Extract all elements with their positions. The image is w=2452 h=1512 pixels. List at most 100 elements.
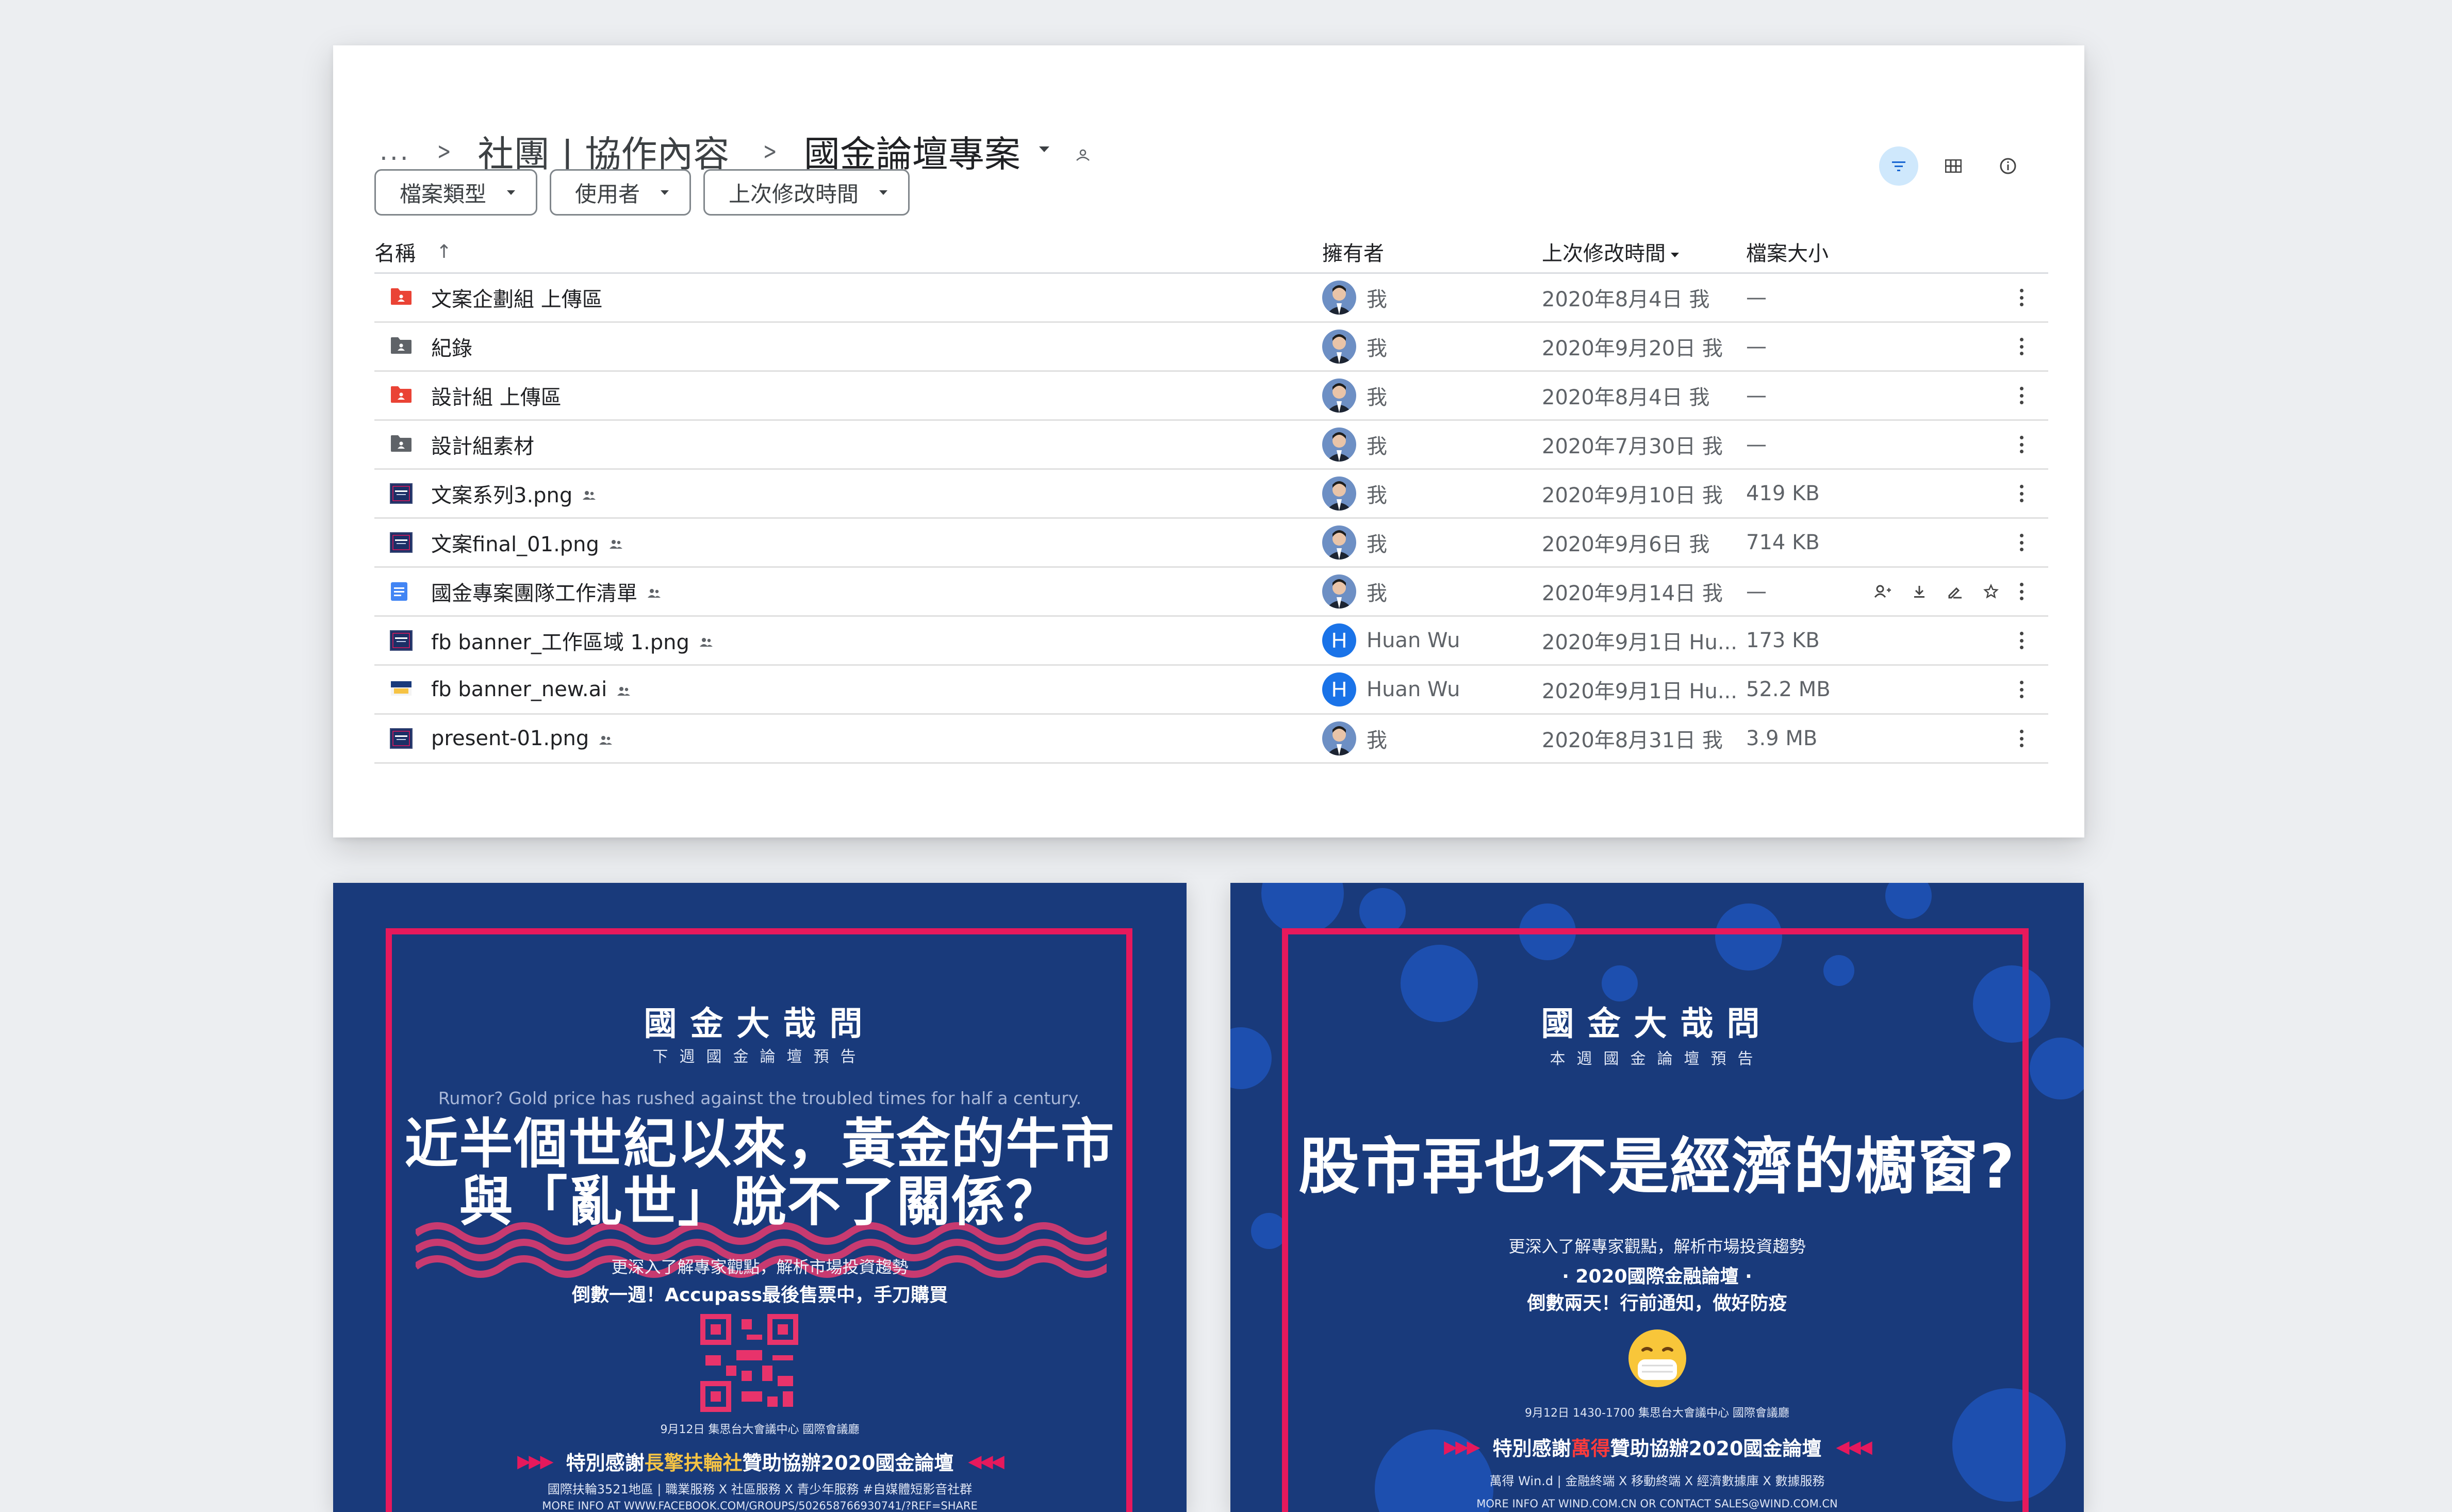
file-name[interactable]: present-01.png [431,727,589,750]
file-size: 714 KB [1746,531,1820,554]
file-name[interactable]: 文案系列3.png [431,479,572,508]
shared-people-icon [616,678,631,701]
avatar [1322,574,1356,609]
poster-thanks-line: ▶▶▶ 特別感謝 長擎扶輪社 贊助協辦2020國金論壇 ◀◀◀ [517,1451,1005,1475]
shared-people-icon [582,482,596,505]
file-row[interactable]: 文案系列3.png 我 2020年9月10日 我 419 KB [374,470,2048,519]
poster-subtitle: 本週國金論壇預告 [1550,1050,1765,1068]
more-actions-icon[interactable] [2019,632,2023,649]
folder-menu-caret-icon[interactable] [1039,146,1049,152]
image-thumbnail-icon [390,532,413,553]
owner-name: 我 [1367,484,1387,507]
dropdown-arrow-icon [879,190,888,195]
modified-date: 2020年8月4日 我 [1542,288,1710,311]
poster-sponsor-line: 國際扶輪3521地區 | 職業服務 X 社區服務 X 青少年服務 #自媒體短影音… [547,1482,973,1497]
details-button[interactable] [1988,146,2028,186]
more-actions-icon[interactable] [2019,534,2023,551]
file-name[interactable]: 設計組 上傳區 [431,381,562,410]
owner-name: 我 [1367,337,1387,360]
modified-date: 2020年9月1日 Hu... [1542,680,1737,703]
file-row[interactable]: 國金專案團隊工作清單 我 2020年9月14日 我 — [374,568,2048,617]
more-actions-icon[interactable] [2019,436,2023,453]
file-name[interactable]: 文案企劃組 上傳區 [431,283,603,313]
more-actions-icon[interactable] [2019,485,2023,502]
modified-column-header[interactable]: 上次修改時間 [1542,237,1746,267]
name-column-header[interactable]: 名稱 ↑ [374,237,1322,267]
shared-folder-icon [390,336,413,357]
shared-folder-icon [390,434,413,455]
file-name[interactable]: 文案final_01.png [431,528,599,557]
file-name[interactable]: fb banner_new.ai [431,678,607,701]
shared-people-icon [647,580,661,603]
modified-date: 2020年7月30日 我 [1542,435,1723,458]
view-actions [1879,146,2028,186]
file-size: — [1746,433,1767,456]
file-row[interactable]: 文案final_01.png 我 2020年9月6日 我 714 KB [374,519,2048,568]
file-row[interactable]: 設計組素材 我 2020年7月30日 我 — [374,421,2048,470]
more-actions-icon[interactable] [2019,289,2023,306]
breadcrumb-more-button[interactable]: ... [380,136,410,166]
file-row[interactable]: fb banner_工作區域 1.png H Huan Wu 2020年9月1日 Hu… [374,617,2048,666]
sort-ascending-icon[interactable]: ↑ [436,241,452,262]
modified-filter-chip[interactable]: 上次修改時間 [703,169,910,216]
star-icon[interactable] [1983,584,1999,599]
poster-body-line-3: 倒數兩天！行前通知，做好防疫 [1527,1293,1787,1314]
triangle-arrows-icon: ◀◀◀ [1836,1436,1872,1457]
shared-people-icon [598,727,613,750]
file-row[interactable]: present-01.png 我 2020年8月31日 我 3.9 MB [374,715,2048,764]
triangle-arrows-icon: ▶▶▶ [1444,1436,1480,1457]
poster-event-date: 9月12日 集思台大會議中心 國際會議廳 [660,1423,860,1436]
poster-headline-line-2: 與「亂世」脫不了關係？ [459,1170,1061,1233]
avatar [1322,281,1356,315]
shared-folder-icon [390,385,413,406]
file-name[interactable]: 設計組素材 [431,430,534,459]
file-size: 173 KB [1746,629,1820,652]
more-actions-icon[interactable] [2019,338,2023,355]
poster-subtitle: 下週國金論壇預告 [652,1048,867,1066]
modified-date: 2020年9月6日 我 [1542,533,1710,556]
sort-caret-icon [1671,252,1679,257]
file-name[interactable]: 紀錄 [431,332,472,361]
poster-body-line-2: · 2020國際金融論壇 · [1562,1266,1752,1287]
more-actions-icon[interactable] [2019,387,2023,404]
file-name[interactable]: fb banner_工作區域 1.png [431,626,689,655]
share-icon[interactable] [1874,585,1891,598]
rename-icon[interactable] [1947,584,1963,599]
qr-code-image [700,1314,798,1412]
filter-chips: 檔案類型 使用者 上次修改時間 [374,169,910,216]
image-thumbnail-icon [390,630,413,651]
filter-button[interactable] [1879,146,1918,186]
modified-date: 2020年9月10日 我 [1542,484,1723,507]
poster-preview-right: 國金大哉問 本週國金論壇預告 股市再也不是經濟的櫥窗? 更深入了解專家觀點，解析… [1230,883,2084,1512]
download-icon[interactable] [1912,584,1927,599]
file-size: — [1746,384,1767,407]
file-row[interactable]: 文案企劃組 上傳區 我 2020年8月4日 我 — [374,274,2048,323]
owner-name: 我 [1367,729,1387,752]
more-actions-icon[interactable] [2019,681,2023,698]
file-row[interactable]: fb banner_new.ai H Huan Wu 2020年9月1日 Hu... 5… [374,666,2048,715]
file-size: 52.2 MB [1746,678,1831,701]
avatar [1322,379,1356,413]
shared-folder-icon [390,287,413,308]
face-mask-emoji-icon [1230,1327,2084,1389]
modified-date: 2020年9月14日 我 [1542,582,1723,605]
grid-view-button[interactable] [1934,146,1973,186]
file-name[interactable]: 國金專案團隊工作清單 [431,577,637,606]
owner-column-header[interactable]: 擁有者 [1322,237,1542,267]
avatar: H [1322,623,1356,658]
poster-preview-left: 國金大哉問 下週國金論壇預告 Rumor? Gold price has rus… [333,883,1187,1512]
file-size: 419 KB [1746,482,1820,505]
file-row[interactable]: 紀錄 我 2020年9月20日 我 — [374,323,2048,372]
size-column-header[interactable]: 檔案大小 [1746,237,1849,267]
more-actions-icon[interactable] [2019,730,2023,747]
avatar [1322,330,1356,364]
file-type-filter-chip[interactable]: 檔案類型 [374,169,538,216]
file-row[interactable]: 設計組 上傳區 我 2020年8月4日 我 — [374,372,2048,421]
owner-name: 我 [1367,533,1387,556]
poster-body-line-1: 更深入了解專家觀點，解析市場投資趨勢 [1508,1237,1806,1256]
people-filter-chip[interactable]: 使用者 [550,169,692,216]
more-actions-icon[interactable] [2019,583,2023,600]
poster-headline-line-1: 近半個世紀以來，黃金的牛市 [404,1112,1115,1175]
image-thumbnail-icon [390,728,413,749]
modified-date: 2020年8月31日 我 [1542,729,1723,752]
